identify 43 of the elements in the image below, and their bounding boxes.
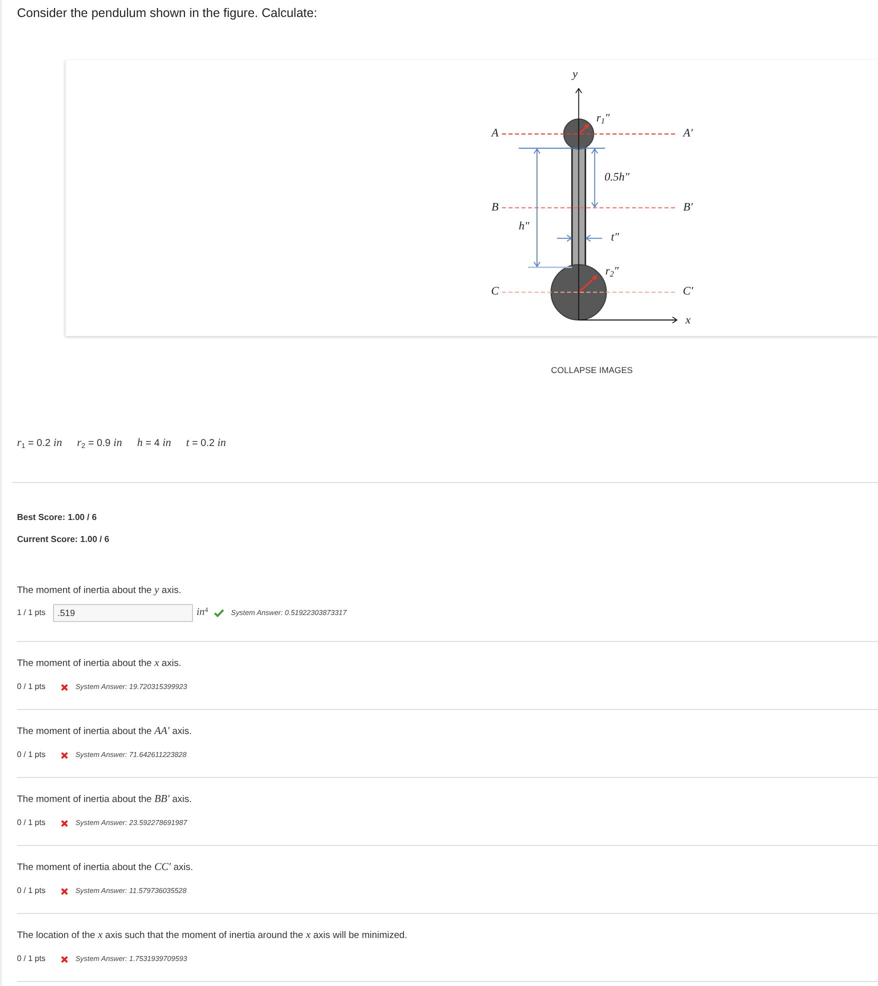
given-value: r$_{1}$ = 0.2 in bbox=[17, 436, 62, 451]
points-text: 0 / 1 pts bbox=[17, 885, 46, 897]
score-text: Current Score: 1.00 / 6 bbox=[17, 533, 110, 546]
question-text: The location of the x axis such that the moment of inertia around the x axis will be minimized. bbox=[17, 929, 408, 943]
question-text: The moment of inertia about the x axis. bbox=[17, 657, 182, 671]
axis-label: x bbox=[685, 315, 691, 327]
dimension-label: r$_{1}$″ bbox=[596, 113, 610, 125]
unit-text: in$^{4}$ bbox=[196, 606, 208, 620]
question-text: The moment of inertia about the CC′ axis. bbox=[17, 861, 194, 875]
dimension-label: t″ bbox=[611, 232, 619, 244]
thickness-arrow bbox=[585, 234, 602, 242]
points-text: 0 / 1 pts bbox=[17, 749, 46, 761]
radius-arrow bbox=[578, 275, 598, 293]
half-height-dimension-arrow bbox=[591, 148, 598, 208]
given-value: r$_{2}$ = 0.9 in bbox=[77, 436, 122, 451]
axis-label: y bbox=[572, 69, 578, 81]
line-label: C bbox=[491, 286, 499, 298]
question-text: The moment of inertia about the y axis. bbox=[17, 584, 182, 598]
dimension-label: 0.5h″ bbox=[604, 172, 630, 184]
score-text: Best Score: 1.00 / 6 bbox=[17, 511, 98, 524]
question-text: The moment of inertia about the BB′ axis. bbox=[17, 793, 193, 807]
line-label: B bbox=[491, 202, 499, 214]
given-value: t = 0.2 in bbox=[186, 436, 226, 451]
line-label: C′ bbox=[682, 286, 694, 298]
thickness-arrow bbox=[556, 234, 572, 242]
collapse-images-link[interactable]: COLLAPSE IMAGES bbox=[551, 365, 633, 375]
line-label: A′ bbox=[683, 128, 693, 140]
radius-arrow bbox=[578, 124, 590, 135]
dimension-label: h″ bbox=[518, 221, 530, 233]
dimension-label: r$_{2}$″ bbox=[605, 266, 619, 278]
points-text: 0 / 1 pts bbox=[17, 817, 46, 829]
line-label: B′ bbox=[683, 202, 693, 214]
given-value: h = 4 in bbox=[137, 436, 172, 451]
points-text: 0 / 1 pts bbox=[17, 953, 46, 965]
large-disc bbox=[550, 264, 607, 320]
question-text: The moment of inertia about the AA′ axis. bbox=[17, 725, 193, 739]
answer-field[interactable]: .519 bbox=[53, 604, 194, 622]
points-text: 1 / 1 pts bbox=[17, 607, 46, 619]
small-disc bbox=[563, 118, 594, 150]
points-text: 0 / 1 pts bbox=[17, 681, 46, 693]
extension-line bbox=[528, 266, 572, 268]
line-label: A bbox=[491, 128, 499, 140]
problem-statement: Consider the pendulum shown in the figure. Calculate: bbox=[16, 5, 318, 21]
